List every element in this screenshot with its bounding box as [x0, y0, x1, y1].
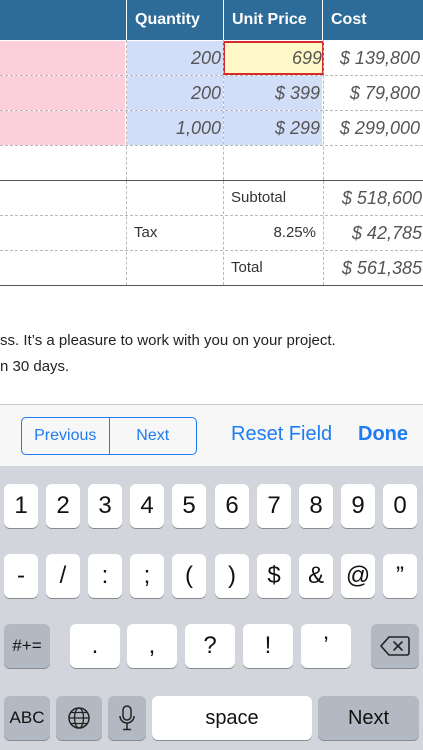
unit-price-cell-selected[interactable]: 699 [223, 41, 324, 75]
notes-line: n 30 days. [0, 358, 70, 375]
key-6[interactable]: 6 [215, 484, 249, 528]
subtotal-label: Subtotal [231, 189, 287, 206]
tax-rate[interactable]: 8.25% [224, 216, 316, 250]
column-header-unit-price[interactable]: Unit Price [224, 0, 322, 40]
prev-next-control: Previous Next [21, 417, 197, 455]
key-comma[interactable]: , [127, 624, 177, 668]
reset-field-button[interactable]: Reset Field [231, 423, 332, 446]
cost-cell[interactable]: $ 79,800 [324, 76, 422, 110]
grid-line [126, 181, 127, 285]
column-header-description[interactable] [0, 0, 126, 40]
key-8[interactable]: 8 [299, 484, 333, 528]
key-colon[interactable]: : [88, 554, 122, 598]
keyboard: 1 2 3 4 5 6 7 8 9 0 - / : ; ( ) $ & @ ” … [0, 466, 423, 750]
column-header-quantity[interactable]: Quantity [127, 0, 223, 40]
grid-line [0, 75, 423, 76]
tax-label: Tax [134, 224, 158, 241]
key-at[interactable]: @ [341, 554, 375, 598]
key-question[interactable]: ? [185, 624, 235, 668]
key-more-symbols[interactable]: #+= [4, 624, 50, 668]
globe-key[interactable] [56, 696, 102, 740]
unit-price-cell[interactable]: $ 299 [224, 111, 322, 145]
quantity-cell[interactable]: 200 [127, 41, 223, 75]
section-divider [0, 285, 423, 286]
key-exclamation[interactable]: ! [243, 624, 293, 668]
column-header-cost[interactable]: Cost [323, 0, 423, 40]
key-hyphen[interactable]: - [4, 554, 38, 598]
microphone-key[interactable] [108, 696, 146, 740]
done-button[interactable]: Done [358, 423, 408, 446]
next-key[interactable]: Next [318, 696, 419, 740]
key-4[interactable]: 4 [130, 484, 164, 528]
backspace-icon [380, 636, 410, 656]
subtotal-value[interactable]: $ 518,600 [324, 181, 422, 215]
unit-price-cell[interactable]: $ 399 [224, 76, 322, 110]
grid-line [0, 110, 423, 111]
previous-button[interactable]: Previous [22, 418, 109, 454]
key-dollar[interactable]: $ [257, 554, 291, 598]
key-apostrophe[interactable]: ’ [301, 624, 351, 668]
tax-value[interactable]: $ 42,785 [324, 216, 422, 250]
grid-line [126, 40, 127, 180]
notes-line: ss. It’s a pleasure to work with you on … [0, 332, 336, 349]
total-value[interactable]: $ 561,385 [324, 251, 422, 285]
cost-cell[interactable]: $ 139,800 [324, 41, 422, 75]
key-5[interactable]: 5 [172, 484, 206, 528]
grid-line [323, 40, 324, 180]
microphone-icon [119, 705, 135, 731]
key-period[interactable]: . [70, 624, 120, 668]
description-cell[interactable] [0, 111, 125, 145]
key-7[interactable]: 7 [257, 484, 291, 528]
key-9[interactable]: 9 [341, 484, 375, 528]
delete-key[interactable] [371, 624, 419, 668]
grid-line [0, 145, 423, 146]
key-slash[interactable]: / [46, 554, 80, 598]
key-semicolon[interactable]: ; [130, 554, 164, 598]
space-key[interactable]: space [152, 696, 312, 740]
key-quote[interactable]: ” [383, 554, 417, 598]
spreadsheet: Quantity Unit Price Cost 200 699 $ 139,8… [0, 0, 423, 292]
cost-cell[interactable]: $ 299,000 [324, 111, 422, 145]
total-label: Total [231, 259, 263, 276]
key-close-paren[interactable]: ) [215, 554, 249, 598]
grid-line [223, 40, 224, 180]
key-1[interactable]: 1 [4, 484, 38, 528]
quantity-cell[interactable]: 1,000 [127, 111, 223, 145]
description-cell[interactable] [0, 41, 125, 75]
key-3[interactable]: 3 [88, 484, 122, 528]
key-open-paren[interactable]: ( [172, 554, 206, 598]
key-abc[interactable]: ABC [4, 696, 50, 740]
key-ampersand[interactable]: & [299, 554, 333, 598]
key-2[interactable]: 2 [46, 484, 80, 528]
next-field-button[interactable]: Next [108, 418, 197, 454]
description-cell[interactable] [0, 76, 125, 110]
quantity-cell[interactable]: 200 [127, 76, 223, 110]
globe-icon [68, 707, 90, 729]
keyboard-accessory-bar: Previous Next Reset Field Done [0, 404, 423, 466]
key-0[interactable]: 0 [383, 484, 417, 528]
